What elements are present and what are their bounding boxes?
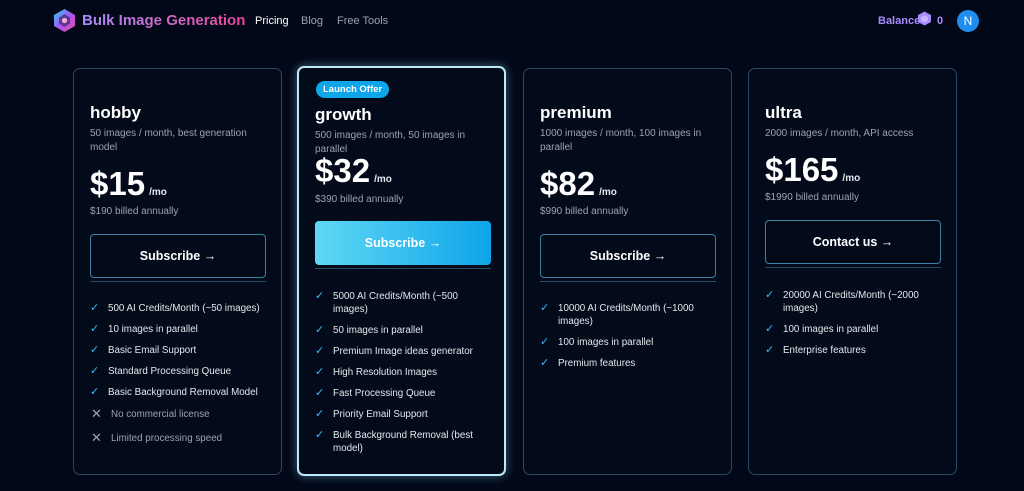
- subscribe-button[interactable]: Subscribe →: [540, 234, 716, 278]
- billed-annually: $390 billed annually: [315, 194, 404, 205]
- check-icon: ✓: [90, 302, 100, 314]
- plan-name: premium: [540, 103, 612, 122]
- plan-description: 2000 images / month, API access: [765, 128, 914, 139]
- feature-item: ✓ Fast Processing Queue: [315, 387, 436, 399]
- x-icon: ✕: [91, 430, 102, 445]
- x-icon: ✕: [91, 406, 102, 421]
- plan-name: growth: [315, 105, 372, 124]
- feature-item: ✓ 5000 AI Credits/Month (~500 images): [315, 290, 458, 315]
- divider: [315, 268, 491, 269]
- check-icon: ✓: [315, 408, 325, 420]
- logo-icon[interactable]: [52, 8, 77, 33]
- plan-description: 50 images / month, best generation model: [90, 128, 247, 153]
- check-icon: ✓: [315, 387, 325, 399]
- check-icon: ✓: [765, 289, 775, 301]
- nav-free-tools[interactable]: Free Tools: [337, 15, 388, 27]
- feature-item: ✓ Standard Processing Queue: [90, 365, 232, 377]
- divider: [540, 281, 716, 282]
- feature-item: ✓ 100 images in parallel: [765, 323, 879, 335]
- check-icon: ✓: [90, 344, 100, 356]
- divider: [90, 281, 266, 282]
- check-icon: ✓: [765, 344, 775, 356]
- feature-item-excluded: ✕ No commercial license: [91, 406, 210, 421]
- feature-item: ✓ 10000 AI Credits/Month (~1000 images): [540, 302, 694, 327]
- billed-annually: $190 billed annually: [90, 206, 179, 217]
- price-row: $82/mo: [540, 165, 617, 203]
- nav-blog[interactable]: Blog: [301, 15, 323, 27]
- avatar[interactable]: N: [957, 10, 979, 32]
- feature-item: ✓ Priority Email Support: [315, 408, 428, 420]
- check-icon: ✓: [765, 323, 775, 335]
- check-icon: ✓: [540, 302, 550, 314]
- balance-value: 0: [937, 15, 944, 27]
- feature-item: ✓ Premium features: [540, 357, 636, 369]
- price-row: $32/mo: [315, 152, 392, 190]
- contact-us-button[interactable]: Contact us →: [765, 220, 941, 264]
- check-icon: ✓: [315, 345, 325, 357]
- plan-card-premium: premium 1000 images / month, 100 images …: [523, 68, 732, 475]
- brand-name[interactable]: Bulk Image Generation: [82, 12, 245, 29]
- feature-list: ✓ 20000 AI Credits/Month (~2000 images) ✓…: [765, 289, 941, 357]
- plan-description: 1000 images / month, 100 images in paral…: [540, 128, 702, 153]
- billed-annually: $1990 billed annually: [765, 192, 859, 203]
- feature-item: ✓ 10 images in parallel: [90, 323, 198, 335]
- feature-item: ✓ Enterprise features: [765, 344, 866, 356]
- feature-item: ✓ Basic Email Support: [90, 344, 197, 356]
- price-row: $165/mo: [765, 151, 860, 189]
- feature-item: ✓ Basic Background Removal Model: [90, 386, 258, 398]
- check-icon: ✓: [315, 429, 325, 441]
- check-icon: ✓: [540, 357, 550, 369]
- price-period: /mo: [599, 187, 617, 198]
- check-icon: ✓: [90, 386, 100, 398]
- plan-price: $32: [315, 152, 371, 189]
- feature-list: ✓ 10000 AI Credits/Month (~1000 images) ✓…: [540, 302, 716, 370]
- plan-card-hobby: hobby 50 images / month, best generation…: [73, 68, 282, 475]
- plan-name: ultra: [765, 103, 802, 122]
- feature-list: ✓ 500 AI Credits/Month (~50 images) ✓ 10 i…: [90, 302, 266, 445]
- feature-item: ✓ High Resolution Images: [315, 366, 438, 378]
- plan-name: hobby: [90, 103, 141, 122]
- price-period: /mo: [842, 173, 861, 184]
- feature-list: ✓ 5000 AI Credits/Month (~500 images) ✓ 50…: [315, 290, 491, 455]
- feature-item: ✓ 500 AI Credits/Month (~50 images): [90, 302, 260, 314]
- plan-price: $15: [90, 165, 146, 202]
- price-period: /mo: [374, 174, 392, 185]
- nav-pricing[interactable]: Pricing: [255, 15, 289, 27]
- plan-price: $165: [765, 151, 839, 188]
- feature-item: ✓ 50 images in parallel: [315, 324, 423, 336]
- credit-gem-icon: [918, 11, 931, 26]
- billed-annually: $990 billed annually: [540, 206, 629, 217]
- subscribe-button[interactable]: Subscribe →: [315, 221, 491, 265]
- check-icon: ✓: [540, 336, 550, 348]
- plan-price: $82: [540, 165, 596, 202]
- feature-item: ✓ Bulk Background Removal (best model): [315, 429, 473, 454]
- check-icon: ✓: [90, 323, 100, 335]
- feature-item: ✓ Premium Image ideas generator: [315, 345, 473, 357]
- feature-item: ✓ 100 images in parallel: [540, 336, 654, 348]
- plan-card-growth: Launch Offer growth 500 images / month, …: [297, 66, 506, 476]
- check-icon: ✓: [315, 324, 325, 336]
- feature-item-excluded: ✕ Limited processing speed: [91, 430, 223, 445]
- check-icon: ✓: [315, 366, 325, 378]
- check-icon: ✓: [315, 290, 325, 302]
- divider: [765, 267, 941, 268]
- top-nav: Bulk Image Generation Pricing Blog Free …: [0, 0, 1024, 42]
- balance-label: Balance: [878, 15, 921, 27]
- plan-card-ultra: ultra 2000 images / month, API access $1…: [748, 68, 957, 475]
- feature-item: ✓ 20000 AI Credits/Month (~2000 images): [765, 289, 919, 314]
- price-row: $15/mo: [90, 165, 167, 203]
- check-icon: ✓: [90, 365, 100, 377]
- price-period: /mo: [149, 187, 167, 198]
- subscribe-button[interactable]: Subscribe →: [90, 234, 266, 278]
- launch-offer-badge: Launch Offer: [316, 81, 390, 98]
